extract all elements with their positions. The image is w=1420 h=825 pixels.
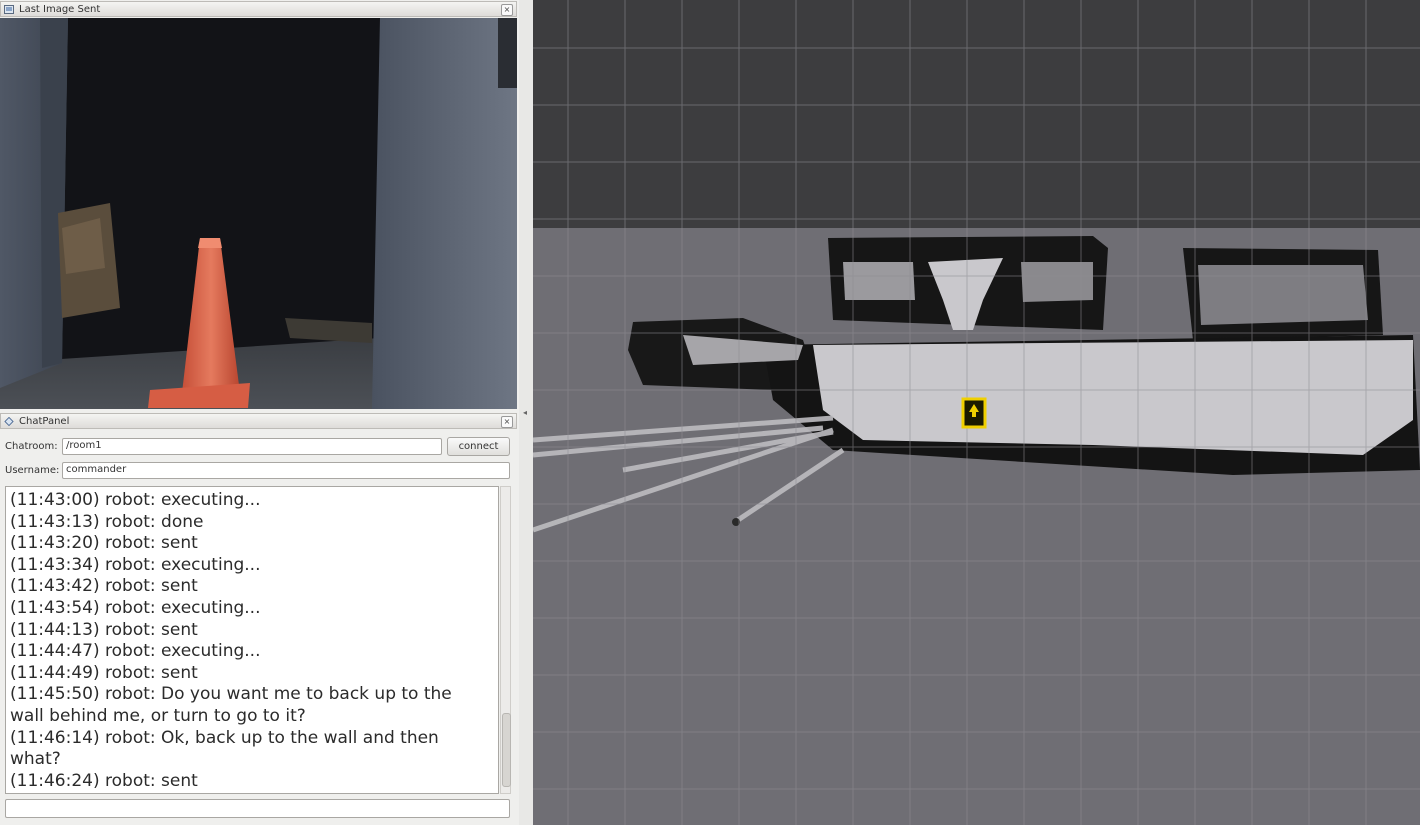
chat-message: (11:46:14) robot: Ok, back up to the wal…: [10, 727, 439, 770]
chat-message: (11:43:34) robot: executing...: [10, 554, 261, 575]
message-input[interactable]: [5, 799, 510, 818]
map-view[interactable]: [533, 0, 1420, 825]
chat-panel-title: ChatPanel: [19, 416, 70, 427]
chat-panel: ChatPanel × Chatroom: /room1 connect Use…: [0, 413, 517, 825]
image-panel-titlebar[interactable]: Last Image Sent ×: [0, 1, 517, 17]
camera-image: [0, 18, 517, 409]
chat-message: (11:43:20) robot: sent: [10, 533, 198, 554]
chat-message: (11:43:00) robot: executing...: [10, 490, 261, 510]
image-window-icon: [4, 5, 14, 14]
chat-message: (11:43:13) robot: done: [10, 511, 204, 532]
chat-messages: (11:43:00) robot: executing... (11:43:13…: [10, 490, 488, 792]
chat-log-scroll-thumb[interactable]: [502, 713, 511, 787]
image-panel-title: Last Image Sent: [19, 4, 101, 15]
left-panel: Last Image Sent × ChatPanel × Chatroom: …: [0, 0, 519, 825]
diamond-icon: [4, 417, 14, 426]
chatroom-label: Chatroom:: [5, 441, 58, 452]
username-input[interactable]: commander: [62, 462, 510, 479]
chat-message: (11:43:54) robot: executing...: [10, 597, 261, 618]
chat-message: (11:43:42) robot: sent: [10, 576, 198, 597]
chat-log[interactable]: (11:43:00) robot: executing... (11:43:13…: [5, 486, 499, 794]
chat-message: (11:44:49) robot: sent: [10, 662, 198, 683]
panel-splitter[interactable]: ◂: [519, 0, 533, 825]
chat-message: (11:45:50) robot: Do you want me to back…: [10, 684, 452, 726]
chat-panel-close-button[interactable]: ×: [501, 416, 513, 428]
camera-image-graphic: [0, 18, 517, 409]
chat-message: (11:44:47) robot: executing...: [10, 641, 261, 662]
chatroom-input[interactable]: /room1: [62, 438, 442, 455]
occupancy-map: [533, 0, 1420, 825]
chat-message: (11:44:13) robot: sent: [10, 619, 198, 640]
chat-panel-titlebar[interactable]: ChatPanel ×: [0, 413, 517, 429]
collapse-arrow-icon[interactable]: ◂: [523, 408, 527, 417]
chat-message: (11:46:24) robot: sent: [10, 770, 198, 791]
connect-button[interactable]: connect: [447, 437, 510, 456]
robot-position-icon[interactable]: [961, 397, 987, 429]
image-panel-close-button[interactable]: ×: [501, 4, 513, 16]
chat-log-scrollbar[interactable]: [500, 486, 511, 794]
username-label: Username:: [5, 465, 60, 476]
